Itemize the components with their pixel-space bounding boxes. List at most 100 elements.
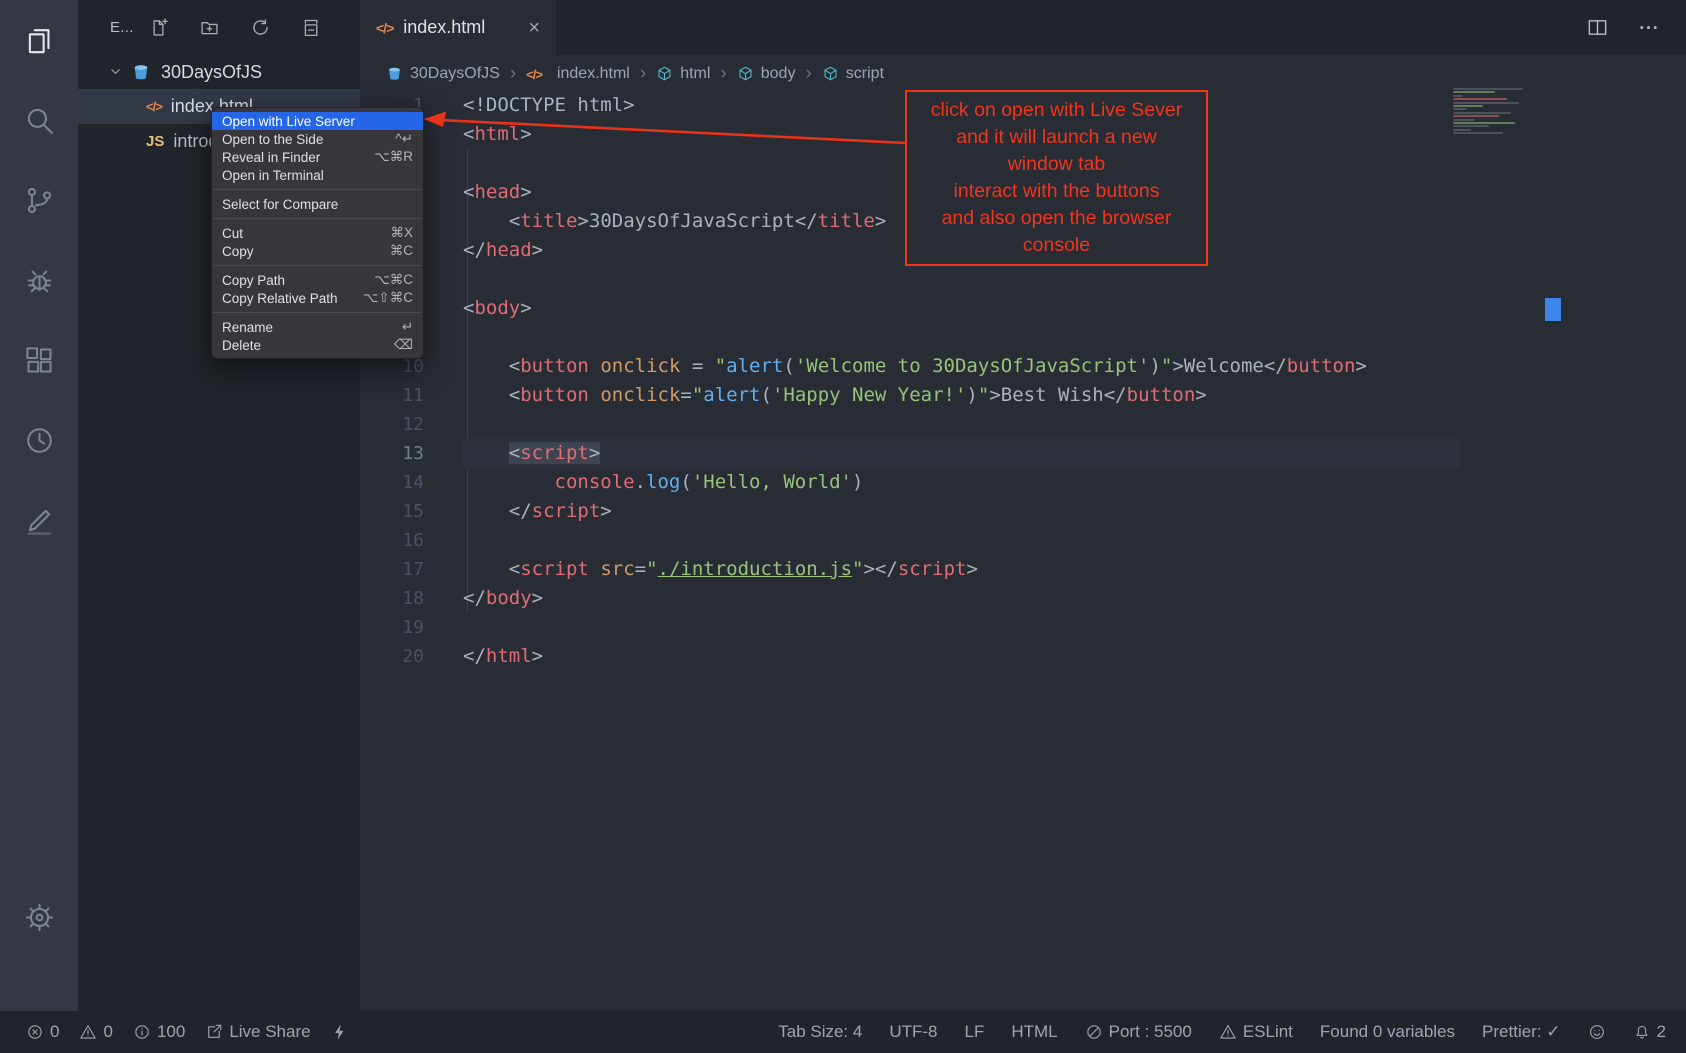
- breadcrumb-item-script[interactable]: script: [822, 65, 884, 83]
- minimap-line: [1453, 115, 1499, 117]
- status-label: UTF-8: [889, 1022, 937, 1042]
- folder-icon: [386, 65, 404, 83]
- cube-icon: [822, 65, 840, 83]
- source-control-icon[interactable]: [15, 176, 63, 224]
- status-label: ESLint: [1243, 1022, 1293, 1042]
- history-icon[interactable]: [15, 416, 63, 464]
- menu-item-select-for-compare[interactable]: Select for Compare: [212, 195, 423, 213]
- menu-separator: [213, 265, 422, 266]
- status-tab-size-4[interactable]: Tab Size: 4: [778, 1022, 862, 1042]
- line-number: 15: [360, 497, 424, 526]
- code-line-18[interactable]: 18</body>: [360, 584, 1686, 613]
- close-tab-icon[interactable]: ×: [528, 18, 540, 38]
- minimap[interactable]: [1453, 88, 1545, 136]
- root-folder-label: 30DaysOfJS: [161, 62, 262, 83]
- menu-item-reveal-in-finder[interactable]: Reveal in Finder⌥⌘R: [212, 148, 423, 166]
- status-0[interactable]: 0: [26, 1022, 59, 1042]
- code-line-8[interactable]: 8<body>: [360, 294, 1686, 323]
- menu-item-copy-relative-path[interactable]: Copy Relative Path⌥⇧⌘C: [212, 289, 423, 307]
- tab-index-html[interactable]: </> index.html ×: [360, 0, 556, 55]
- cube-icon: [737, 65, 755, 83]
- extensions-icon[interactable]: [15, 336, 63, 384]
- breadcrumb-item-index-html[interactable]: </>index.html: [526, 65, 630, 83]
- new-folder-icon[interactable]: [199, 17, 221, 39]
- menu-item-cut[interactable]: Cut⌘X: [212, 224, 423, 242]
- code-line-11[interactable]: 11 <button onclick="alert('Happy New Yea…: [360, 381, 1686, 410]
- status-port-5500[interactable]: Port : 5500: [1085, 1022, 1192, 1042]
- overview-ruler-marker: [1545, 298, 1561, 321]
- status-2[interactable]: 2: [1633, 1022, 1666, 1042]
- status-utf-8[interactable]: UTF-8: [889, 1022, 937, 1042]
- menu-item-rename[interactable]: Rename↵: [212, 318, 423, 336]
- status-100[interactable]: 100: [133, 1022, 185, 1042]
- code-line-9[interactable]: 9: [360, 323, 1686, 352]
- code-text: <button onclick = "alert('Welcome to 30D…: [463, 352, 1367, 381]
- code-text: <title>30DaysOfJavaScript</title>: [463, 207, 886, 236]
- code-text: </head>: [463, 236, 543, 265]
- minimap-line: [1453, 112, 1511, 114]
- menu-item-open-with-live-server[interactable]: Open with Live Server: [212, 112, 423, 130]
- search-icon[interactable]: [15, 96, 63, 144]
- code-text: <script>: [463, 439, 600, 468]
- minimap-line: [1453, 132, 1503, 134]
- zap-icon: [331, 1023, 349, 1041]
- error-icon: [26, 1023, 44, 1041]
- minimap-line: [1453, 108, 1467, 110]
- code-line-12[interactable]: 12: [360, 410, 1686, 439]
- status-smiley[interactable]: [1588, 1023, 1606, 1041]
- code-line-19[interactable]: 19: [360, 613, 1686, 642]
- code-line-15[interactable]: 15 </script>: [360, 497, 1686, 526]
- status-0[interactable]: 0: [79, 1022, 112, 1042]
- status-bar: 00 100 Live Share Tab Size: 4 UTF-8 LF HTML Po…: [0, 1011, 1686, 1053]
- menu-item-label: Copy Path: [222, 273, 362, 288]
- code-line-7[interactable]: 7: [360, 265, 1686, 294]
- feedback-icon[interactable]: [15, 496, 63, 544]
- status-label: LF: [965, 1022, 985, 1042]
- status-label: Prettier: ✓: [1482, 1022, 1560, 1042]
- code-line-17[interactable]: 17 <script src="./introduction.js"></scr…: [360, 555, 1686, 584]
- run-debug-icon[interactable]: [15, 256, 63, 304]
- status-eslint[interactable]: ESLint: [1219, 1022, 1293, 1042]
- collapse-all-icon[interactable]: [301, 17, 323, 39]
- split-editor-icon[interactable]: [1586, 16, 1609, 39]
- line-number: 16: [360, 526, 424, 555]
- code-line-10[interactable]: 10 <button onclick = "alert('Welcome to …: [360, 352, 1686, 381]
- tab-bar: </> index.html ×: [360, 0, 1686, 55]
- explorer-header: E...: [78, 0, 360, 55]
- status-prettier[interactable]: Prettier: ✓: [1482, 1022, 1560, 1042]
- explorer-icon[interactable]: [15, 16, 63, 64]
- menu-item-copy[interactable]: Copy⌘C: [212, 242, 423, 260]
- status-live-share[interactable]: Live Share: [205, 1022, 310, 1042]
- minimap-line: [1453, 102, 1519, 104]
- menu-item-open-to-the-side[interactable]: Open to the Side^↵: [212, 130, 423, 148]
- code-line-16[interactable]: 16: [360, 526, 1686, 555]
- menu-item-delete[interactable]: Delete⌫: [212, 336, 423, 354]
- line-number: 17: [360, 555, 424, 584]
- menu-item-shortcut: ⌘X: [390, 225, 413, 241]
- code-line-13[interactable]: 13 <script>: [360, 439, 1686, 468]
- breadcrumb-label: 30DaysOfJS: [410, 65, 500, 83]
- menu-item-label: Open in Terminal: [222, 168, 401, 183]
- menu-item-open-in-terminal[interactable]: Open in Terminal: [212, 166, 423, 184]
- new-file-icon[interactable]: [148, 17, 170, 39]
- line-number: 11: [360, 381, 424, 410]
- bell-icon: [1633, 1023, 1651, 1041]
- breadcrumb-separator: ›: [637, 63, 649, 85]
- status-label: Live Share: [229, 1022, 310, 1042]
- refresh-icon[interactable]: [250, 17, 272, 39]
- more-actions-icon[interactable]: [1637, 16, 1660, 39]
- menu-item-copy-path[interactable]: Copy Path⌥⌘C: [212, 271, 423, 289]
- port-icon: [1085, 1023, 1103, 1041]
- settings-gear-icon[interactable]: [15, 893, 63, 941]
- status-html[interactable]: HTML: [1011, 1022, 1057, 1042]
- code-line-20[interactable]: 20</html>: [360, 642, 1686, 671]
- code-line-14[interactable]: 14 console.log('Hello, World'): [360, 468, 1686, 497]
- breadcrumb-item-30daysofjs[interactable]: 30DaysOfJS: [386, 65, 500, 83]
- annotation-line: click on open with Live Sever: [913, 97, 1200, 124]
- status-lf[interactable]: LF: [965, 1022, 985, 1042]
- breadcrumb-item-body[interactable]: body: [737, 65, 796, 83]
- breadcrumb-item-html[interactable]: html: [656, 65, 710, 83]
- status-zap[interactable]: [331, 1023, 349, 1041]
- folder-row-root[interactable]: 30DaysOfJS: [78, 55, 360, 89]
- status-found-0-variables[interactable]: Found 0 variables: [1320, 1022, 1455, 1042]
